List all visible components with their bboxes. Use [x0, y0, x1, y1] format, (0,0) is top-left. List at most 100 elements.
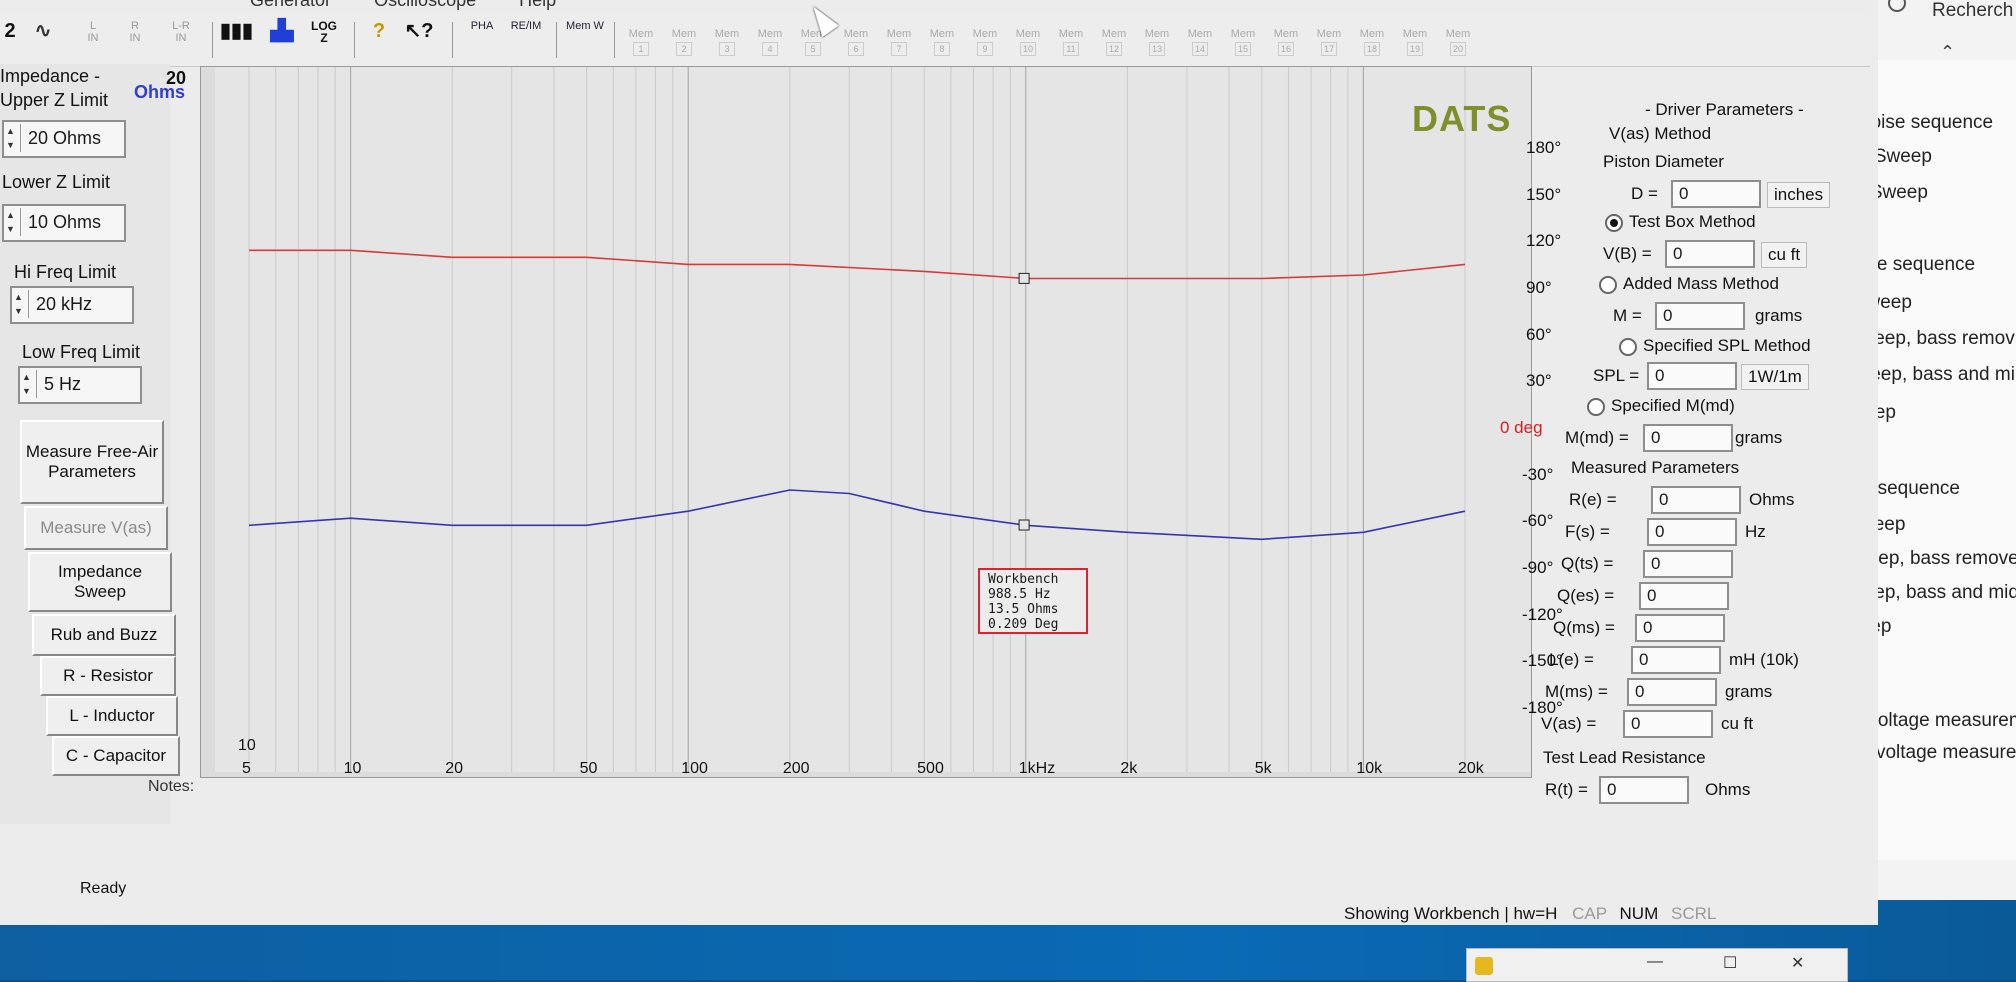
- m-label: M =: [1613, 306, 1642, 325]
- x-tick-label: 5: [242, 760, 251, 777]
- inductor-button[interactable]: L - Inductor: [46, 696, 178, 736]
- sine-wave-icon[interactable]: ∿: [26, 20, 60, 60]
- resistor-button[interactable]: R - Resistor: [40, 656, 176, 696]
- z-axis-unit: Ohms: [134, 82, 186, 102]
- specified-spl-method-radio[interactable]: [1619, 338, 1637, 356]
- upper-z-limit-stepper[interactable]: ▲ ▼ 20 Ohms: [2, 120, 126, 158]
- mem-slot-number: 8: [934, 42, 950, 56]
- capacitor-button[interactable]: C - Capacitor: [52, 736, 180, 776]
- menu-help[interactable]: Help: [519, 0, 556, 10]
- spl-unit-select[interactable]: 1W/1m: [1741, 364, 1809, 390]
- piano-keys-icon[interactable]: ▮▮▮: [220, 20, 253, 60]
- mem-slot-number: 7: [891, 42, 907, 56]
- low-freq-limit-stepper[interactable]: ▲ ▼ 5 Hz: [18, 366, 142, 404]
- mem-slot-button[interactable]: Mem 14: [1181, 28, 1219, 56]
- mem-slot-number: 17: [1321, 42, 1337, 56]
- mem-write-button[interactable]: Mem W: [566, 20, 604, 60]
- toolbar-icon-partial[interactable]: 2: [0, 20, 20, 60]
- param-value-input[interactable]: 0: [1647, 518, 1737, 546]
- lower-z-limit-stepper[interactable]: ▲ ▼ 10 Ohms: [2, 204, 126, 242]
- re-im-button[interactable]: RE/IM: [506, 20, 546, 60]
- param-value-input[interactable]: 0: [1631, 646, 1721, 674]
- measure-vas-button[interactable]: Measure V(as): [24, 506, 168, 550]
- spl-input[interactable]: 0: [1647, 362, 1737, 390]
- m-input[interactable]: 0: [1655, 302, 1745, 330]
- mem-slot-button[interactable]: Mem 15: [1224, 28, 1262, 56]
- spin-arrows-icon[interactable]: ▲ ▼: [6, 124, 21, 152]
- cursor-marker[interactable]: [1018, 519, 1030, 531]
- chevron-up-icon[interactable]: ⌃: [1940, 42, 1955, 63]
- vb-input[interactable]: 0: [1665, 240, 1755, 268]
- status-showing: Showing Workbench | hw=H: [1344, 904, 1558, 923]
- phase-button[interactable]: PHA: [464, 20, 500, 60]
- minimize-icon[interactable]: —: [1647, 953, 1663, 971]
- help-icon[interactable]: ?: [366, 20, 392, 60]
- mem-slot-button[interactable]: Mem 16: [1267, 28, 1305, 56]
- mem-slot-button[interactable]: Mem 6: [837, 28, 875, 56]
- param-unit: Ohms: [1749, 490, 1795, 509]
- channel-left-in-button[interactable]: L IN: [78, 20, 108, 60]
- tooltip-title: Workbench: [988, 572, 1059, 587]
- param-label: Q(ts) =: [1561, 554, 1614, 573]
- log-z-button[interactable]: LOG Z: [306, 20, 342, 60]
- d-input[interactable]: 0: [1671, 180, 1761, 208]
- menu-oscilloscope[interactable]: Oscilloscope: [374, 0, 476, 10]
- param-value-input[interactable]: 0: [1651, 486, 1741, 514]
- close-icon[interactable]: ✕: [1791, 953, 1804, 973]
- channel-right-in-button[interactable]: R IN: [120, 20, 150, 60]
- spin-arrows-icon[interactable]: ▲ ▼: [22, 370, 37, 398]
- mem-slot-button[interactable]: Mem 1: [622, 28, 660, 56]
- vb-unit-select[interactable]: cu ft: [1761, 242, 1808, 268]
- mem-slot-button[interactable]: Mem 17: [1310, 28, 1348, 56]
- mem-slot-button[interactable]: Mem 2: [665, 28, 703, 56]
- mem-slot-button[interactable]: Mem 13: [1138, 28, 1176, 56]
- mem-slot-button[interactable]: Mem 9: [966, 28, 1004, 56]
- mem-slot-label: Mem: [1230, 28, 1256, 40]
- rt-input[interactable]: 0: [1599, 776, 1689, 804]
- x-tick-label: 5k: [1254, 760, 1272, 777]
- measure-free-air-button[interactable]: Measure Free-Air Parameters: [20, 420, 164, 504]
- param-value-input[interactable]: 0: [1635, 614, 1725, 642]
- rub-and-buzz-button[interactable]: Rub and Buzz: [32, 614, 176, 656]
- added-mass-method-radio[interactable]: [1599, 276, 1617, 294]
- spin-arrows-icon[interactable]: ▲ ▼: [14, 290, 29, 318]
- bars-chart-icon[interactable]: ▗▙: [260, 20, 296, 60]
- mem-slot-button[interactable]: Mem 10: [1009, 28, 1047, 56]
- mem-slot-number: 14: [1192, 42, 1208, 56]
- mem-slot-button[interactable]: Mem 18: [1353, 28, 1391, 56]
- mem-slot-button[interactable]: Mem 3: [708, 28, 746, 56]
- param-value-input[interactable]: 0: [1643, 550, 1733, 578]
- mem-slot-button[interactable]: Mem 11: [1052, 28, 1090, 56]
- mem-slot-label: Mem: [1316, 28, 1342, 40]
- mem-slot-button[interactable]: Mem 19: [1396, 28, 1434, 56]
- toolbar-separator: [556, 22, 557, 58]
- cursor-marker[interactable]: [1018, 272, 1030, 284]
- notes-label: Notes:: [148, 778, 195, 795]
- m-unit: grams: [1755, 306, 1803, 325]
- mem-slot-number: 6: [848, 42, 864, 56]
- param-value-input[interactable]: 0: [1627, 678, 1717, 706]
- impedance-sweep-button[interactable]: Impedance Sweep: [28, 552, 172, 612]
- param-value-input[interactable]: 0: [1639, 582, 1729, 610]
- spin-arrows-icon[interactable]: ▲ ▼: [6, 208, 21, 236]
- chart-plot-area[interactable]: [215, 67, 1531, 772]
- mem-slot-button[interactable]: Mem 20: [1439, 28, 1477, 56]
- impedance-chart[interactable]: [200, 66, 1532, 778]
- mem-slot-button[interactable]: Mem 4: [751, 28, 789, 56]
- mem-slot-button[interactable]: Mem 8: [923, 28, 961, 56]
- channel-lr-in-button[interactable]: L-R IN: [164, 20, 198, 60]
- specified-mmd-radio[interactable]: [1587, 398, 1605, 416]
- mem-slot-number: 20: [1450, 42, 1466, 56]
- mmd-input[interactable]: 0: [1643, 424, 1733, 452]
- test-box-method-radio[interactable]: [1605, 214, 1623, 232]
- hi-freq-limit-stepper[interactable]: ▲ ▼ 20 kHz: [10, 286, 134, 324]
- menu-generator[interactable]: Generator: [250, 0, 331, 10]
- mem-slot-button[interactable]: Mem 12: [1095, 28, 1133, 56]
- dats-logo: DATS: [1412, 98, 1512, 139]
- maximize-icon[interactable]: ☐: [1723, 953, 1737, 973]
- param-value-input[interactable]: 0: [1623, 710, 1713, 738]
- d-unit-select[interactable]: inches: [1767, 182, 1831, 208]
- taskbar-window[interactable]: — ☐ ✕: [1466, 948, 1848, 982]
- mem-slot-button[interactable]: Mem 7: [880, 28, 918, 56]
- context-help-icon[interactable]: ↖?: [404, 20, 434, 60]
